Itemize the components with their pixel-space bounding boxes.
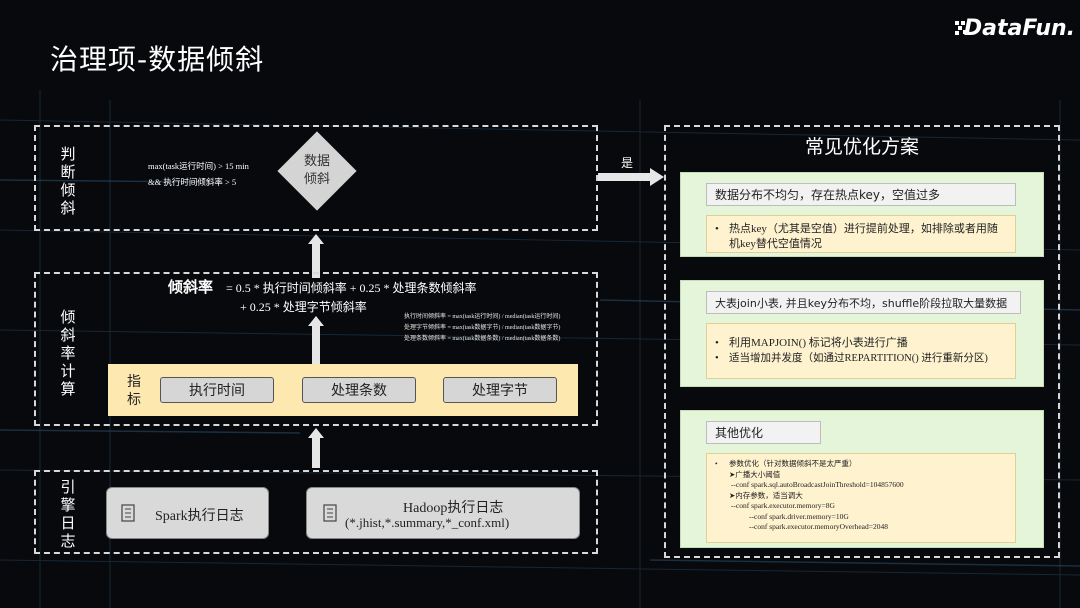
solution-card-join: 大表join小表, 并且key分布不均，shuffle阶段拉取大量数据 利用MA… <box>680 280 1044 387</box>
solution-card-header: 其他优化 <box>706 421 821 444</box>
logo-text: DataFun. <box>963 15 1075 41</box>
solution-item: 利用MAPJOIN() 标记将小表进行广播 <box>715 336 1007 351</box>
formula-definition: 执行时间倾斜率 = max(task运行时间) / median(task运行时… <box>404 314 561 320</box>
judge-section-label: 判断倾斜 <box>60 145 76 217</box>
solution-card-hot-key: 数据分布不均匀，存在热点key，空值过多 热点key（尤其是空值）进行提前处理，… <box>680 172 1044 257</box>
solution-item: 热点key（尤其是空值）进行提前处理，如排除或者用随机key替代空值情况 <box>715 222 1007 252</box>
document-icon <box>323 504 337 522</box>
hadoop-log-label-2: (*.jhist,*.summary,*_conf.xml) <box>345 515 510 530</box>
solution-item: 适当增加并发度（如通过REPARTITION() 进行重新分区) <box>715 351 1007 366</box>
logo-mark-icon <box>955 21 967 35</box>
indicator-label: 指标 <box>127 374 141 408</box>
yes-arrow-icon <box>598 168 664 186</box>
spark-log-label: Spark执行日志 <box>155 509 244 524</box>
solution-card-body: 利用MAPJOIN() 标记将小表进行广播 适当增加并发度（如通过REPARTI… <box>706 323 1016 379</box>
slide-title: 治理项-数据倾斜 <box>50 43 265 76</box>
param-line: --conf spark.executor.memory=8G <box>729 501 835 510</box>
solution-item: 参数优化（针对数据倾斜不是太严重） <box>715 459 1007 470</box>
param-line: --conf spark.executor.memoryOverhead=204… <box>749 522 888 531</box>
solution-card-body: 热点key（尤其是空值）进行提前处理，如排除或者用随机key替代空值情况 <box>706 215 1016 253</box>
param-line: --conf spark.driver.memory=10G <box>749 511 849 521</box>
formula-definition: 处理字节倾斜率 = max(task数据字节) / median(task数据字… <box>404 325 561 331</box>
solutions-title: 常见优化方案 <box>804 136 919 158</box>
formula-line-2: + 0.25 * 处理字节倾斜率 <box>240 300 367 314</box>
indicator-bar: 指标 执行时间 处理条数 处理字节 <box>108 364 578 416</box>
hadoop-log-label-1: Hadoop执行日志 <box>403 501 504 516</box>
param-line: ➤广播大小阈值 <box>729 469 781 479</box>
formula-head: 倾斜率 <box>168 278 214 296</box>
data-skew-decision: 数据 倾斜 <box>277 131 357 211</box>
arrow-engine-to-calc-icon <box>308 428 324 468</box>
solution-card-other: 其他优化 参数优化（针对数据倾斜不是太严重） ➤广播大小阈值 --conf sp… <box>680 410 1044 548</box>
document-icon <box>121 504 135 522</box>
indicator-record-count: 处理条数 <box>302 377 416 403</box>
arrow-indicator-to-formula-icon <box>308 316 324 364</box>
indicator-byte-count: 处理字节 <box>443 377 557 403</box>
solution-card-body: 参数优化（针对数据倾斜不是太严重） ➤广播大小阈值 --conf spark.s… <box>706 453 1016 543</box>
hadoop-log-card: Hadoop执行日志 (*.jhist,*.summary,*_conf.xml… <box>306 487 580 539</box>
decision-label-1: 数据 <box>303 154 330 169</box>
judge-condition-1: max(task运行时间) > 15 min <box>148 161 249 171</box>
judge-condition-2: && 执行时间倾斜率 > 5 <box>148 177 237 187</box>
solution-card-header: 数据分布不均匀，存在热点key，空值过多 <box>706 183 1016 206</box>
indicator-exec-time: 执行时间 <box>160 377 274 403</box>
param-line: ➤内存参数，适当调大 <box>729 490 803 500</box>
formula-definition: 处理条数倾斜率 = max(task数据条数) / median(task数据条… <box>404 336 561 342</box>
formula-line-1: = 0.5 * 执行时间倾斜率 + 0.25 * 处理条数倾斜率 <box>226 281 477 295</box>
param-line: --conf spark.sql.autoBroadcastJoinThresh… <box>729 480 904 489</box>
engine-section-label: 引擎日志 <box>60 478 76 550</box>
spark-log-card: Spark执行日志 <box>106 487 269 539</box>
solution-card-header: 大表join小表, 并且key分布不均，shuffle阶段拉取大量数据 <box>706 291 1021 314</box>
calc-section-label: 倾斜率计算 <box>60 308 76 398</box>
datafun-logo: DataFun. <box>955 12 1075 44</box>
decision-label-2: 倾斜 <box>303 172 330 187</box>
